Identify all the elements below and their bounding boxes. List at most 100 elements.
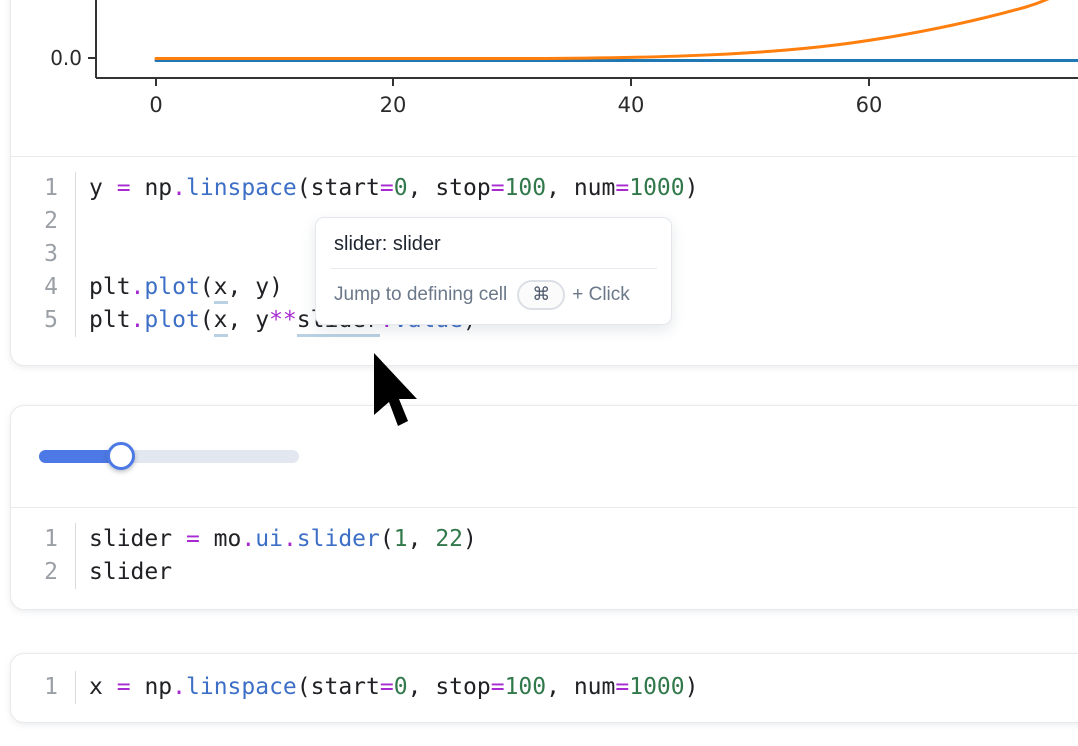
code-token[interactable]: linspace — [186, 674, 297, 700]
code-token[interactable]: ( — [200, 307, 214, 333]
code-token[interactable]: = — [491, 175, 505, 201]
code-token[interactable]: ) — [269, 274, 283, 300]
code-line-text[interactable]: y = np.linspace(start=0, stop=100, num=1… — [76, 172, 698, 205]
code-token[interactable]: ) — [685, 175, 699, 201]
code-token[interactable]: 1000 — [629, 175, 684, 201]
code-token[interactable]: ** — [269, 307, 297, 333]
code-line-text[interactable] — [76, 205, 89, 238]
tooltip-jump-link[interactable]: Jump to defining cell — [334, 284, 507, 306]
code-line[interactable]: 2 slider — [11, 556, 1078, 589]
code-line[interactable]: 1slider = mo.ui.slider(1, 22) — [11, 523, 1078, 556]
code-token[interactable]: . — [283, 526, 297, 552]
code-token[interactable]: linspace — [186, 175, 297, 201]
code-token[interactable]: , — [546, 175, 574, 201]
code-line-text[interactable]: x = np.linspace(start=0, stop=100, num=1… — [76, 671, 698, 704]
code-token[interactable]: start — [311, 674, 380, 700]
code-token[interactable]: 22 — [435, 526, 463, 552]
code-token[interactable]: num — [574, 175, 616, 201]
code-editor[interactable]: 1slider = mo.ui.slider(1, 22)2 slider — [11, 507, 1078, 607]
code-token[interactable]: 100 — [505, 674, 547, 700]
code-token[interactable]: stop — [435, 175, 490, 201]
code-token[interactable]: y — [255, 307, 269, 333]
code-token[interactable]: y — [255, 274, 269, 300]
code-token[interactable]: ui — [255, 526, 283, 552]
code-token[interactable]: 0 — [394, 674, 408, 700]
code-token[interactable]: slider — [89, 526, 172, 552]
code-token[interactable]: ( — [297, 674, 311, 700]
code-token[interactable]: , — [228, 274, 256, 300]
code-token[interactable]: , — [408, 526, 436, 552]
code-token[interactable]: slider — [297, 526, 380, 552]
code-token[interactable] — [103, 175, 117, 201]
code-line-text[interactable]: slider — [76, 556, 172, 589]
tooltip-variable-label: slider: slider — [316, 218, 671, 268]
code-token[interactable]: = — [117, 674, 131, 700]
y-tick-label: 0.0 — [50, 46, 82, 70]
code-token[interactable]: , — [408, 674, 436, 700]
notebook-cell-x: 1x = np.linspace(start=0, stop=100, num=… — [10, 653, 1078, 723]
code-token[interactable]: = — [615, 175, 629, 201]
code-token[interactable]: , — [546, 674, 574, 700]
line-number: 3 — [11, 238, 76, 271]
code-token[interactable]: plot — [144, 307, 199, 333]
code-token[interactable]: 100 — [505, 175, 547, 201]
code-token[interactable]: . — [131, 307, 145, 333]
code-token[interactable] — [172, 526, 186, 552]
code-token[interactable]: ( — [297, 175, 311, 201]
code-token[interactable]: . — [172, 674, 186, 700]
code-line-text[interactable]: plt.plot(x, y) — [76, 271, 283, 304]
code-token[interactable]: ) — [463, 526, 477, 552]
code-editor[interactable]: 1x = np.linspace(start=0, stop=100, num=… — [11, 654, 1078, 721]
line-number: 1 — [11, 671, 76, 704]
code-token[interactable]: 0 — [394, 175, 408, 201]
code-token[interactable]: . — [241, 526, 255, 552]
code-token[interactable]: , — [228, 307, 256, 333]
code-token[interactable]: = — [117, 175, 131, 201]
x-reference-token[interactable]: x — [214, 274, 228, 304]
code-token[interactable]: , — [408, 175, 436, 201]
code-token[interactable]: ( — [200, 274, 214, 300]
code-token[interactable] — [131, 674, 145, 700]
code-token[interactable]: y — [89, 175, 103, 201]
code-token[interactable]: = — [380, 175, 394, 201]
code-token[interactable]: ( — [380, 526, 394, 552]
code-token[interactable]: slider — [89, 559, 172, 585]
code-token[interactable]: 1 — [394, 526, 408, 552]
code-token[interactable]: np — [144, 674, 172, 700]
code-token[interactable] — [131, 175, 145, 201]
slider-output-area — [11, 406, 1078, 507]
notebook-cell-slider: 1slider = mo.ui.slider(1, 22)2 slider — [10, 405, 1078, 610]
code-token[interactable]: plt — [89, 307, 131, 333]
code-token[interactable]: stop — [435, 674, 490, 700]
line-number: 2 — [11, 205, 76, 238]
code-token[interactable]: mo — [214, 526, 242, 552]
code-token[interactable]: . — [131, 274, 145, 300]
code-token[interactable]: = — [186, 526, 200, 552]
code-line-text[interactable] — [76, 238, 89, 271]
slider-handle[interactable] — [107, 442, 135, 470]
code-token[interactable]: np — [144, 175, 172, 201]
code-line[interactable]: 1y = np.linspace(start=0, stop=100, num=… — [11, 172, 1078, 205]
command-key-badge: ⌘ — [517, 280, 565, 310]
slider-widget[interactable] — [39, 442, 299, 472]
code-token[interactable]: . — [172, 175, 186, 201]
x-reference-token[interactable]: x — [214, 307, 228, 337]
code-line[interactable]: 1x = np.linspace(start=0, stop=100, num=… — [11, 671, 1078, 704]
code-token[interactable]: plot — [144, 274, 199, 300]
line-number: 2 — [11, 556, 76, 589]
code-token[interactable]: = — [380, 674, 394, 700]
code-token[interactable]: start — [311, 175, 380, 201]
code-token[interactable]: plt — [89, 274, 131, 300]
x-tick-label: 60 — [856, 93, 883, 117]
code-token[interactable]: x — [89, 674, 103, 700]
code-token[interactable]: 1000 — [629, 674, 684, 700]
code-line-text[interactable]: slider = mo.ui.slider(1, 22) — [76, 523, 477, 556]
code-token[interactable] — [103, 674, 117, 700]
code-token[interactable]: = — [491, 674, 505, 700]
slider-track[interactable] — [39, 450, 299, 463]
code-token[interactable] — [200, 526, 214, 552]
code-token[interactable]: = — [615, 674, 629, 700]
line-number: 1 — [11, 172, 76, 205]
code-token[interactable]: num — [574, 674, 616, 700]
code-token[interactable]: ) — [685, 674, 699, 700]
